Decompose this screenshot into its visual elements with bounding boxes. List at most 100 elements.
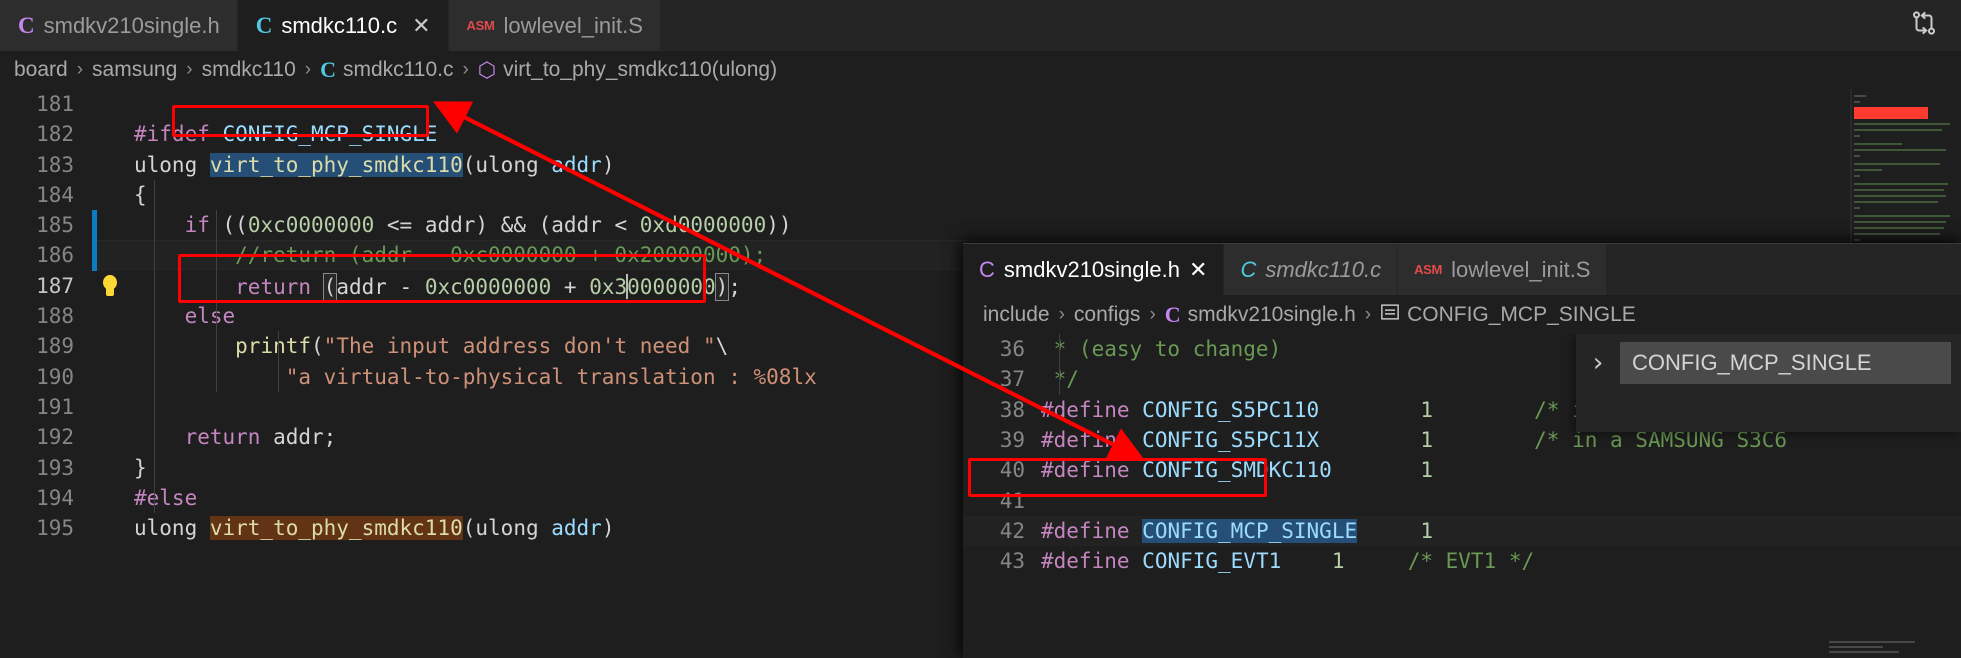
peek-breadcrumb-item-include[interactable]: include	[981, 303, 1052, 327]
peek-results-list[interactable]: CONFIG_MCP_SINGLE ›	[1576, 334, 1961, 432]
peek-code-view[interactable]: 36 * (easy to change) 37 */ 38 #define C…	[963, 334, 1961, 658]
line-number: 182	[36, 122, 74, 147]
line-number: 188	[36, 304, 74, 329]
peek-tab-bar: C smdkv210single.h ✕ C smdkc110.c ASM lo…	[963, 244, 1961, 295]
c-header-file-icon: C	[979, 256, 995, 282]
line-number: 189	[36, 334, 74, 359]
peek-tab-label: smdkv210single.h	[1003, 256, 1180, 282]
peek-breadcrumb-item-configs[interactable]: configs	[1072, 303, 1143, 327]
line-number: 37	[999, 367, 1025, 392]
peek-code-line-43: 43 #define CONFIG_EVT1 1 /* EVT1 */	[963, 546, 1961, 576]
line-content: {	[134, 183, 147, 208]
tab-smdkc110-c[interactable]: C smdkc110.c ✕	[237, 0, 449, 51]
peek-tab-lowlevel-init-s[interactable]: ASM lowlevel_init.S	[1398, 244, 1608, 295]
line-content: if ((0xc0000000 <= addr) && (addr < 0xd0…	[184, 213, 792, 238]
line-number: 39	[999, 428, 1025, 453]
c-header-file-icon: C	[1164, 301, 1181, 327]
peek-breadcrumb-label: CONFIG_MCP_SINGLE	[1407, 302, 1636, 326]
chevron-right-icon: ›	[304, 59, 312, 80]
close-icon[interactable]: ✕	[1189, 257, 1207, 283]
line-number: 40	[999, 458, 1025, 483]
code-line-185: 185 if ((0xc0000000 <= addr) && (addr < …	[0, 210, 1961, 240]
peek-code-line-40: 40 #define CONFIG_SMDKC110 1	[963, 455, 1961, 485]
line-content: ulong virt_to_phy_smdkc110(ulong addr)	[134, 153, 615, 178]
tab-lowlevel-init-s[interactable]: ASM lowlevel_init.S	[448, 0, 661, 51]
indent-guide	[216, 210, 217, 392]
c-source-file-icon: C	[255, 12, 273, 38]
asm-file-icon: ASM	[466, 18, 495, 33]
asm-file-icon: ASM	[1414, 262, 1443, 277]
peek-tab-label: lowlevel_init.S	[1451, 256, 1591, 282]
peek-breadcrumb-item-symbol[interactable]: CONFIG_MCP_SINGLE	[1378, 302, 1638, 328]
line-number: 186	[36, 243, 74, 268]
chevron-right-icon: ›	[462, 59, 469, 80]
line-number: 36	[999, 337, 1025, 362]
line-number: 187	[36, 274, 74, 299]
tab-label: lowlevel_init.S	[503, 12, 643, 38]
peek-breadcrumb-label: smdkv210single.h	[1187, 302, 1356, 326]
breadcrumb-item-samsung[interactable]: samsung	[90, 58, 179, 82]
tab-label: smdkc110.c	[281, 12, 398, 38]
chevron-right-icon: ›	[186, 59, 193, 80]
line-number: 184	[36, 183, 74, 208]
line-number: 194	[36, 486, 74, 511]
minimap-slider[interactable]	[1854, 107, 1928, 119]
symbol-method-icon: ⬡	[477, 58, 497, 82]
peek-definition-panel[interactable]: C smdkv210single.h ✕ C smdkc110.c ASM lo…	[963, 243, 1961, 658]
tab-bar-spacer	[660, 0, 1909, 51]
editor-tab-bar: C smdkv210single.h C smdkc110.c ✕ ASM lo…	[0, 0, 1961, 51]
peek-breadcrumb-item-file[interactable]: C smdkv210single.h	[1163, 302, 1358, 328]
line-content: #define CONFIG_EVT1 1 /* EVT1 */	[1041, 549, 1535, 574]
indent-guide	[278, 331, 279, 392]
chevron-right-icon: ›	[76, 59, 84, 80]
peek-tab-bar-spacer	[1607, 244, 1961, 295]
line-content: #ifdef CONFIG_MCP_SINGLE	[134, 122, 438, 147]
line-number: 191	[36, 395, 74, 420]
line-number: 181	[36, 92, 74, 117]
close-icon[interactable]: ✕	[412, 14, 430, 37]
code-line-182: 182 #ifdef CONFIG_MCP_SINGLE	[0, 119, 1961, 149]
line-number: 43	[999, 549, 1025, 574]
lightbulb-quickfix-icon[interactable]	[100, 275, 120, 297]
tab-label: smdkv210single.h	[43, 12, 220, 38]
c-source-file-icon: C	[320, 57, 336, 82]
chevron-right-icon: ›	[1149, 303, 1156, 325]
peek-tab-smdkv210single-h[interactable]: C smdkv210single.h ✕	[963, 244, 1225, 295]
peek-tab-smdkc110-c[interactable]: C smdkc110.c	[1224, 244, 1399, 295]
tab-smdkv210single-h[interactable]: C smdkv210single.h	[0, 0, 238, 51]
source-control-compare-icon[interactable]	[1909, 8, 1939, 43]
breadcrumb-item-board[interactable]: board	[12, 58, 70, 82]
code-line-181: 181	[0, 89, 1961, 119]
c-source-file-icon: C	[1240, 256, 1257, 282]
chevron-right-icon: ›	[1058, 303, 1065, 325]
line-number: 38	[999, 398, 1025, 423]
chevron-right-icon: ›	[1364, 303, 1372, 325]
line-content: #define CONFIG_MCP_SINGLE 1	[1041, 519, 1433, 544]
line-number: 195	[36, 516, 74, 541]
peek-tab-label: smdkc110.c	[1265, 256, 1382, 282]
breadcrumb-label: virt_to_phy_smdkc110(ulong)	[503, 58, 778, 81]
line-number: 190	[36, 365, 74, 390]
editor-actions	[1909, 0, 1961, 51]
line-number: 192	[36, 425, 74, 450]
peek-breadcrumb: include › configs › C smdkv210single.h ›…	[963, 295, 1961, 334]
breadcrumb: board › samsung › smdkc110 › C smdkc110.…	[0, 51, 1961, 89]
vscode-window: C smdkv210single.h C smdkc110.c ✕ ASM lo…	[0, 0, 1961, 658]
line-number: 193	[36, 456, 74, 481]
peek-code-line-41: 41	[963, 486, 1961, 516]
line-content: #define CONFIG_SMDKC110 1	[1041, 458, 1433, 483]
indent-guide	[1059, 334, 1060, 395]
peek-minimap	[1829, 639, 1959, 657]
c-header-file-icon: C	[18, 12, 35, 38]
peek-result-item[interactable]: CONFIG_MCP_SINGLE	[1620, 342, 1951, 384]
line-number: 183	[36, 153, 74, 178]
chevron-right-icon[interactable]: ›	[1590, 348, 1606, 378]
code-line-184: 184 {	[0, 180, 1961, 210]
line-number: 185	[36, 213, 74, 238]
breadcrumb-item-smdkc110[interactable]: smdkc110	[200, 58, 298, 82]
breadcrumb-item-symbol[interactable]: ⬡ virt_to_phy_smdkc110(ulong)	[476, 58, 779, 83]
breadcrumb-item-smdkc110-c[interactable]: C smdkc110.c	[318, 57, 455, 83]
symbol-constant-icon	[1380, 302, 1400, 328]
peek-code-line-42: 42 #define CONFIG_MCP_SINGLE 1	[963, 516, 1961, 547]
breadcrumb-label: smdkc110.c	[342, 58, 454, 81]
